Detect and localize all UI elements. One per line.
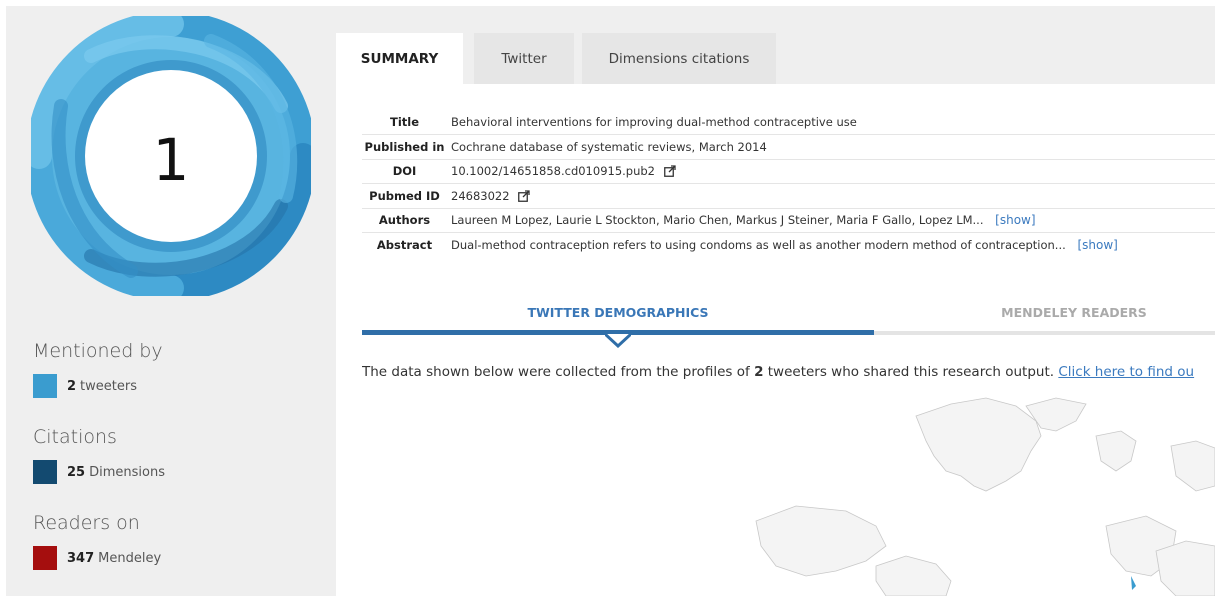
dimensions-row[interactable]: 25 Dimensions (33, 460, 165, 484)
authors-label: Authors (362, 208, 447, 233)
title-value: Behavioral interventions for improving d… (447, 110, 1215, 135)
demographics-tabs: TWITTER DEMOGRAPHICS MENDELEY READERS (362, 294, 1215, 348)
altmetric-donut: 1 (31, 16, 311, 296)
dimensions-count: 25 (67, 464, 86, 480)
title-label: Title (362, 110, 447, 135)
published-label: Published in (362, 134, 447, 160)
doi-cell: 10.1002/14651858.cd010915.pub2 (447, 159, 1215, 184)
pubmed-link[interactable]: 24683022 (451, 189, 510, 203)
mendeley-count: 347 (67, 550, 95, 566)
readers-heading: Readers on (33, 512, 140, 534)
summary-table: Title Behavioral interventions for impro… (362, 110, 1215, 257)
sidebar: 1 Mentioned by 2 tweeters Citations 25 D… (6, 6, 336, 596)
tab-twitter-demographics[interactable]: TWITTER DEMOGRAPHICS (362, 294, 874, 330)
tab-twitter[interactable]: Twitter (474, 33, 574, 84)
tweeters-row[interactable]: 2 tweeters (33, 374, 163, 398)
world-map (755, 397, 1215, 596)
authors-cell: Laureen M Lopez, Laurie L Stockton, Mari… (447, 208, 1215, 233)
doi-link[interactable]: 10.1002/14651858.cd010915.pub2 (451, 164, 655, 178)
table-row: DOI 10.1002/14651858.cd010915.pub2 (362, 159, 1215, 184)
tweeters-swatch (33, 374, 57, 398)
table-row: Authors Laureen M Lopez, Laurie L Stockt… (362, 208, 1215, 233)
abstract-show-link[interactable]: [show] (1077, 238, 1117, 252)
tab-bar: SUMMARY Twitter Dimensions citations (336, 6, 1215, 84)
mentioned-by-section: Mentioned by 2 tweeters (33, 340, 163, 398)
caret-down-icon (605, 334, 631, 348)
doi-label: DOI (362, 159, 447, 184)
dimensions-label: Dimensions (89, 464, 165, 480)
main-panel: SUMMARY Twitter Dimensions citations Tit… (336, 6, 1215, 596)
table-row: Pubmed ID 24683022 (362, 183, 1215, 209)
citations-heading: Citations (33, 426, 117, 448)
inactive-tab-underline (874, 331, 1215, 335)
authors-value: Laureen M Lopez, Laurie L Stockton, Mari… (451, 213, 984, 228)
mendeley-label: Mendeley (98, 550, 162, 566)
citations-section: Citations 25 Dimensions (33, 426, 165, 484)
readers-section: Readers on 347 Mendeley (33, 512, 161, 570)
published-value: Cochrane database of systematic reviews,… (447, 134, 1215, 160)
mentioned-by-heading: Mentioned by (33, 340, 163, 362)
table-row: Abstract Dual-method contraception refer… (362, 233, 1215, 258)
tweeters-count: 2 (67, 378, 77, 394)
mendeley-row[interactable]: 347 Mendeley (33, 546, 161, 570)
table-row: Published in Cochrane database of system… (362, 134, 1215, 160)
tweeters-label: tweeters (80, 378, 137, 394)
tab-dimensions-citations[interactable]: Dimensions citations (582, 33, 776, 84)
external-link-icon[interactable] (518, 190, 530, 202)
abstract-label: Abstract (376, 238, 433, 252)
external-link-icon[interactable] (663, 165, 676, 178)
tab-mendeley-readers[interactable]: MENDELEY READERS (874, 294, 1215, 330)
description-before: The data shown below were collected from… (362, 364, 755, 380)
pubmed-cell: 24683022 (447, 183, 1215, 209)
pubmed-label: Pubmed ID (362, 183, 447, 209)
page: 1 Mentioned by 2 tweeters Citations 25 D… (6, 6, 1215, 596)
authors-show-link[interactable]: [show] (995, 213, 1035, 227)
abstract-cell: Dual-method contraception refers to usin… (447, 233, 1215, 258)
map-highlight (1131, 576, 1136, 590)
attention-score: 1 (152, 126, 190, 194)
table-row: Title Behavioral interventions for impro… (362, 110, 1215, 135)
dimensions-swatch (33, 460, 57, 484)
abstract-value: Dual-method contraception refers to usin… (451, 238, 1066, 252)
mendeley-swatch (33, 546, 57, 570)
tab-summary[interactable]: SUMMARY (336, 33, 463, 84)
